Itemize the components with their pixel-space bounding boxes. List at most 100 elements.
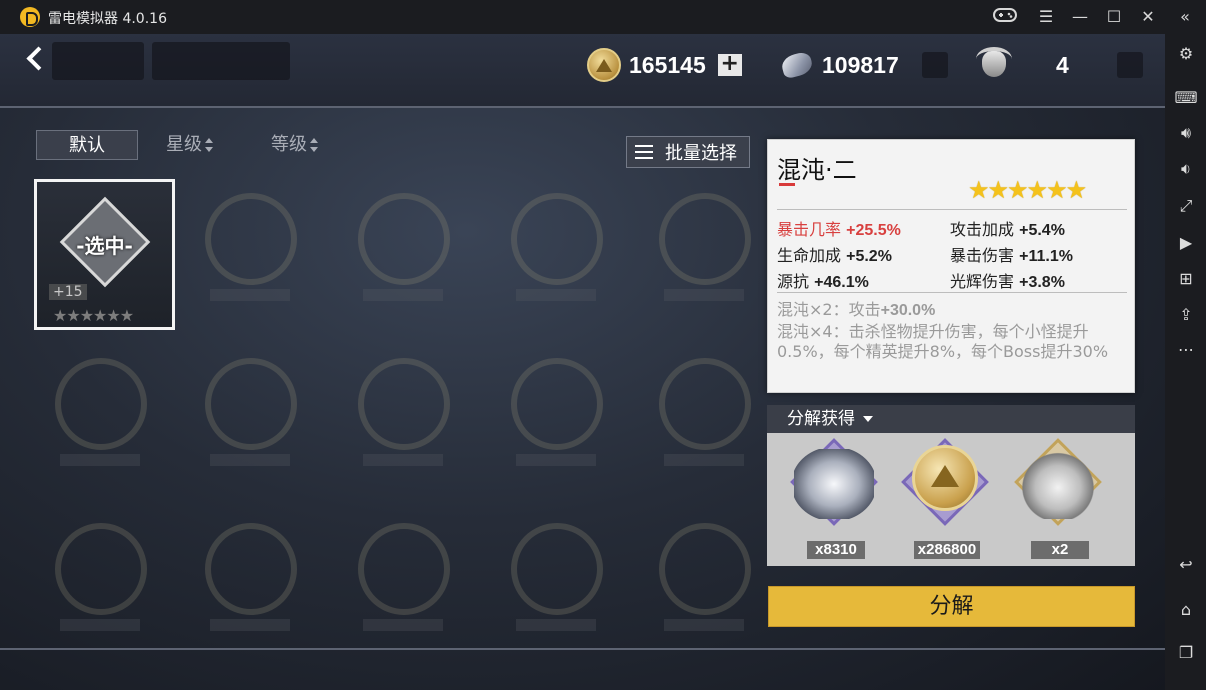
gold-coin-icon: [912, 445, 978, 511]
list-icon: [635, 145, 653, 159]
emulator-window: 雷电模拟器 4.0.16 ☰ — ☐ ✕ « ⚙ ⌨ 🔊︎ 🔉︎ ⤢ ▶ ⊞ ⇪…: [0, 0, 1206, 690]
blurred-tab: [152, 42, 290, 80]
set-bonus-2-value: +30.0%: [880, 302, 936, 319]
reward-item: x286800: [900, 438, 990, 561]
reward-count: x8310: [807, 541, 865, 559]
stat-name: 光辉伤害: [950, 272, 1015, 291]
decompose-button[interactable]: 分解: [768, 586, 1135, 627]
item-slot[interactable]: [634, 509, 774, 659]
game-screen: 165145 + 109817 4 默认 星级 等级 批量选择 -选中- +15…: [0, 34, 1165, 690]
stat-radiance-damage: 光辉伤害 +3.8%: [950, 268, 1065, 292]
item-slot[interactable]: [333, 509, 473, 659]
dragon-crystal-icon: [794, 449, 874, 519]
item-slot[interactable]: [180, 344, 320, 494]
tab-level-label: 等级: [271, 134, 307, 155]
divider: [777, 209, 1127, 210]
stat-value: +3.8%: [1019, 274, 1065, 291]
stat-value: +25.5%: [846, 222, 901, 239]
stat-name: 生命加成: [777, 246, 842, 265]
set-bonus-2-label: 混沌×2：攻击: [777, 300, 881, 319]
item-slot[interactable]: [180, 509, 320, 659]
item-slot[interactable]: [333, 179, 473, 329]
stat-name: 暴击几率: [777, 220, 842, 239]
menu-icon[interactable]: ☰: [1033, 6, 1059, 28]
item-slot[interactable]: [634, 344, 774, 494]
item-slot[interactable]: [333, 344, 473, 494]
item-stars: ★★★★★★: [53, 306, 134, 325]
sort-arrows-icon: [310, 138, 318, 152]
name-underline: [779, 183, 795, 186]
item-slot[interactable]: [30, 509, 170, 659]
gold-currency: 165145 +: [587, 48, 742, 82]
more-icon[interactable]: ⋯: [1174, 339, 1198, 361]
android-back-icon[interactable]: ↩: [1174, 554, 1198, 576]
android-home-icon[interactable]: ⌂: [1174, 599, 1198, 621]
stat-source-resist: 源抗 +46.1%: [777, 268, 869, 292]
item-name: 混沌·二: [777, 156, 857, 184]
stat-value: +11.1%: [1019, 248, 1073, 265]
title-bar: 雷电模拟器 4.0.16 ☰ — ☐ ✕ «: [0, 0, 1206, 34]
item-slot[interactable]: [486, 179, 626, 329]
skull-mask-icon: [976, 47, 1012, 83]
skull-amount: 4: [1056, 51, 1069, 78]
volume-down-icon[interactable]: 🔉︎: [1174, 158, 1198, 180]
skull-currency: 4: [976, 47, 1069, 83]
tab-default[interactable]: 默认: [36, 130, 138, 160]
app-logo-icon: [20, 7, 40, 27]
stat-crit-rate: 暴击几率 +25.5%: [777, 216, 901, 240]
item-slot[interactable]: [634, 179, 774, 329]
dragon-crystal-icon: [778, 50, 818, 80]
chevron-down-icon: [863, 416, 873, 422]
set-bonus-4: 混沌×4：击杀怪物提升伤害，每个小怪提升0.5%，每个精英提升8%，每个Boss…: [777, 322, 1109, 361]
add-app-icon[interactable]: ⊞: [1174, 268, 1198, 290]
add-gold-button[interactable]: +: [717, 53, 742, 76]
gold-coin-icon: [587, 48, 621, 82]
selected-item-slot[interactable]: -选中- +15 ★★★★★★: [34, 179, 175, 330]
collapse-sidebar-icon[interactable]: «: [1172, 6, 1198, 28]
keyboard-icon[interactable]: ⌨: [1174, 87, 1198, 109]
gold-amount: 165145: [629, 51, 706, 78]
skull-mask-icon: [1018, 449, 1098, 519]
tab-star[interactable]: 星级: [166, 130, 213, 160]
gamepad-icon[interactable]: [992, 6, 1018, 28]
fullscreen-icon[interactable]: ⤢: [1174, 195, 1198, 217]
item-slot[interactable]: [30, 344, 170, 494]
close-icon[interactable]: ✕: [1135, 6, 1161, 28]
minimize-icon[interactable]: —: [1067, 6, 1093, 28]
reward-item: x2: [1013, 438, 1103, 561]
item-info-panel: 混沌·二 ★★★★★★ 暴击几率 +25.5% 攻击加成 +5.4% 生命加成 …: [767, 139, 1135, 393]
tab-star-label: 星级: [166, 134, 202, 155]
crystal-amount: 109817: [822, 51, 899, 78]
settings-gear-icon[interactable]: ⚙: [1174, 43, 1198, 65]
stat-crit-damage: 暴击伤害 +11.1%: [950, 242, 1073, 266]
stat-name: 源抗: [777, 272, 810, 291]
blurred-icon: [1117, 52, 1143, 78]
item-slot[interactable]: [486, 344, 626, 494]
emulator-sidebar: ⚙ ⌨ 🔊︎ 🔉︎ ⤢ ▶ ⊞ ⇪ ⋯ ↩ ⌂ ❐: [1165, 34, 1206, 690]
item-slot[interactable]: [180, 179, 320, 329]
volume-up-icon[interactable]: 🔊︎: [1174, 122, 1198, 144]
bottom-divider: [0, 648, 1165, 650]
blurred-title: [52, 42, 144, 80]
tab-level[interactable]: 等级: [271, 130, 318, 160]
android-recents-icon[interactable]: ❐: [1174, 642, 1198, 664]
maximize-icon[interactable]: ☐: [1101, 6, 1127, 28]
back-arrow-icon[interactable]: [20, 44, 50, 74]
stat-hp-bonus: 生命加成 +5.2%: [777, 242, 892, 266]
record-play-icon[interactable]: ▶: [1174, 232, 1198, 254]
batch-select-label: 批量选择: [665, 143, 737, 164]
selected-label: -选中-: [76, 234, 133, 258]
batch-select-button[interactable]: 批量选择: [626, 136, 750, 168]
stat-name: 暴击伤害: [950, 246, 1015, 265]
stat-value: +46.1%: [814, 274, 869, 291]
reward-count: x2: [1031, 541, 1089, 559]
install-apk-icon[interactable]: ⇪: [1174, 304, 1198, 326]
game-top-bar: 165145 + 109817 4: [0, 34, 1165, 108]
item-level: +15: [49, 284, 87, 300]
window-title: 雷电模拟器 4.0.16: [48, 11, 167, 27]
stat-value: +5.2%: [846, 248, 892, 265]
stat-value: +5.4%: [1019, 222, 1065, 239]
decompose-reward-dropdown[interactable]: 分解获得: [767, 405, 1135, 433]
blurred-icon: [922, 52, 948, 78]
item-slot[interactable]: [486, 509, 626, 659]
